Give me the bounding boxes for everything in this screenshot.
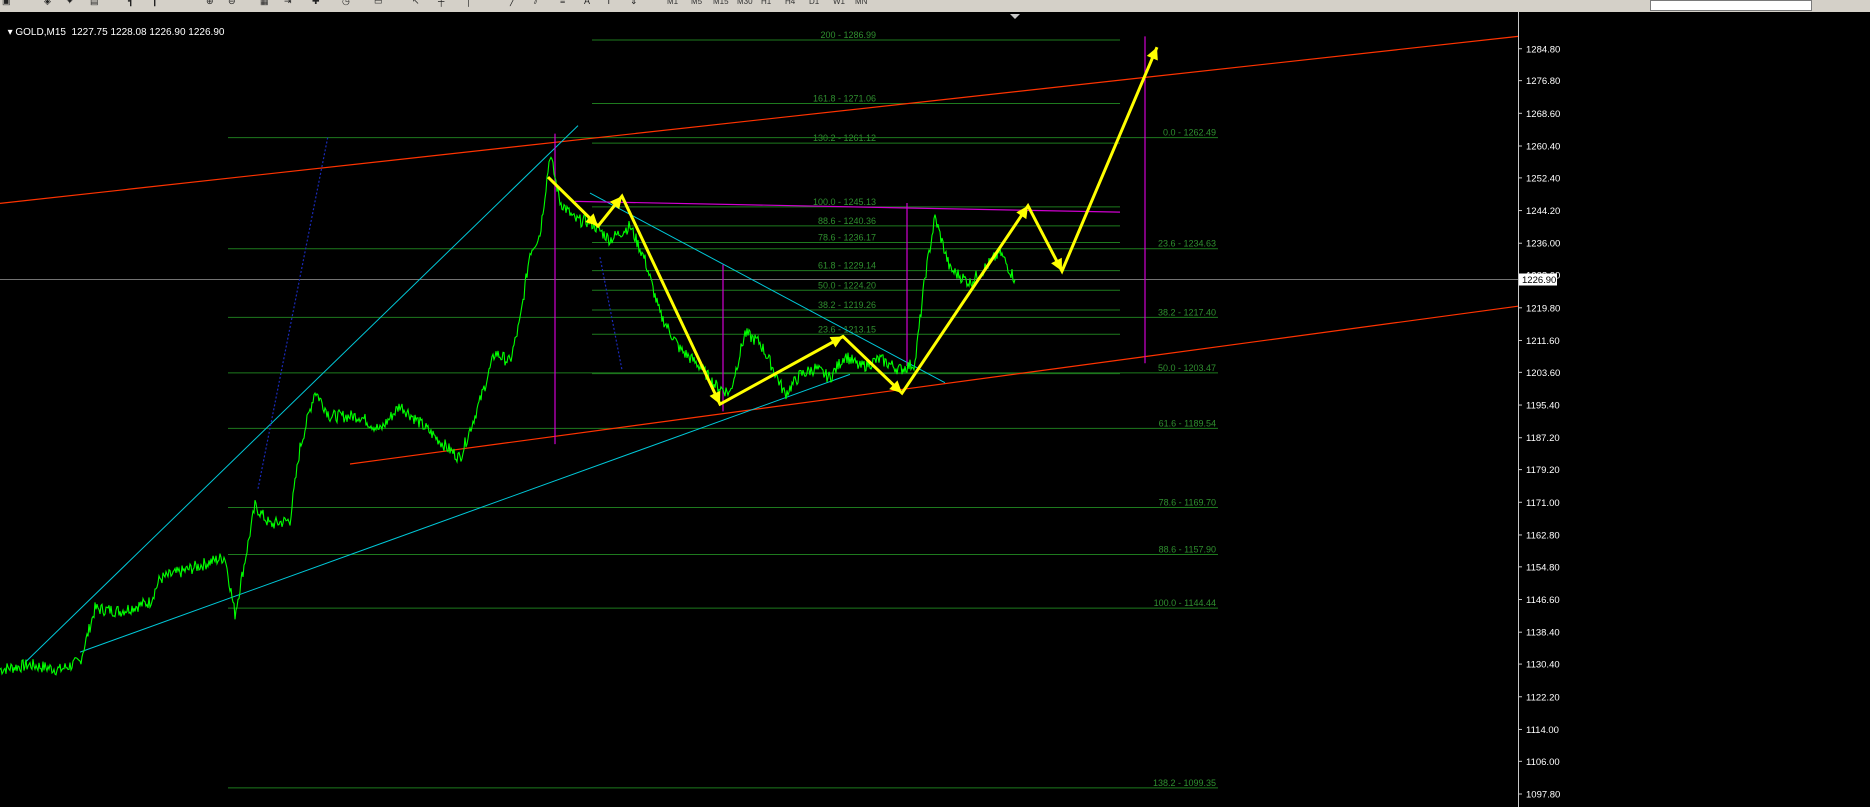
zoom-out-icon[interactable]: ⊖ — [228, 0, 236, 10]
y-tick-label: 1203.60 — [1526, 368, 1560, 379]
y-tick-label: 1130.40 — [1526, 660, 1560, 671]
fib-label-lower: 50.0 - 1203.47 — [1158, 363, 1216, 373]
y-tick-label: 1236.00 — [1526, 239, 1560, 250]
fib-label-lower: 138.2 - 1099.35 — [1153, 778, 1216, 788]
profiles-icon[interactable]: ◈ — [44, 0, 51, 10]
fib-label-upper: 100.0 - 1245.13 — [813, 197, 876, 207]
y-tick-label: 1244.20 — [1526, 206, 1560, 217]
symbol-header: ▾ GOLD,M15 1227.75 1228.08 1226.90 1226.… — [2, 16, 225, 38]
bar-chart-icon[interactable]: ┫ — [128, 0, 133, 10]
y-tick-label: 1106.00 — [1526, 757, 1560, 768]
y-tick-label: 1276.80 — [1526, 76, 1560, 87]
price-chart[interactable]: 200 - 1286.99161.8 - 1271.06130.2 - 1261… — [0, 12, 1870, 807]
channel-icon[interactable]: ⫽ — [534, 0, 538, 10]
fib-label-upper: 161.8 - 1271.06 — [813, 94, 876, 104]
cursor-icon[interactable]: ↖ — [412, 0, 420, 10]
fib-label-lower: 100.0 - 1144.44 — [1154, 598, 1216, 608]
add-indicator-icon[interactable]: ✚ — [312, 0, 320, 10]
template-icon[interactable]: ▭ — [374, 0, 383, 10]
symbol-label: GOLD,M15 — [15, 27, 66, 38]
y-tick-label: 1154.80 — [1526, 562, 1560, 573]
ohlc-values: 1227.75 1228.08 1226.90 1226.90 — [71, 27, 225, 38]
y-tick-label: 1162.80 — [1526, 530, 1560, 541]
tf-m30[interactable]: M30 — [734, 0, 756, 9]
tf-m15[interactable]: M15 — [710, 0, 732, 9]
fib-label-upper: 200 - 1286.99 — [820, 30, 876, 40]
fib-label-upper: 61.8 - 1229.14 — [818, 261, 876, 271]
trendline-icon[interactable]: ╱ — [510, 0, 515, 10]
tf-mn[interactable]: MN — [852, 0, 870, 9]
tf-m1[interactable]: M1 — [664, 0, 681, 9]
y-tick-label: 1179.20 — [1526, 465, 1560, 476]
tf-h1[interactable]: H1 — [758, 0, 774, 9]
fib-label-upper: 23.6 - 1213.15 — [818, 324, 876, 334]
current-price-label: 1226.90 — [1522, 275, 1556, 286]
y-tick-label: 1284.80 — [1526, 44, 1560, 55]
fib-label-lower: 0.0 - 1262.49 — [1163, 128, 1216, 138]
y-tick-label: 1252.40 — [1526, 173, 1560, 184]
tf-w1[interactable]: W1 — [830, 0, 848, 9]
fib-label-upper: 50.0 - 1224.20 — [818, 280, 876, 290]
fib-label-lower: 78.6 - 1169.70 — [1159, 497, 1216, 507]
new-chart-icon[interactable]: ▣ — [2, 0, 11, 10]
y-tick-label: 1171.00 — [1526, 498, 1560, 509]
y-tick-label: 1146.60 — [1526, 595, 1560, 606]
fib-label-lower: 38.2 - 1217.40 — [1158, 307, 1216, 317]
y-tick-label: 1138.40 — [1526, 628, 1560, 639]
tile-icon[interactable]: ▤ — [90, 0, 99, 10]
fib-label-lower: 88.6 - 1157.90 — [1159, 544, 1216, 554]
fib-icon[interactable]: ≡ — [560, 0, 565, 10]
search-input[interactable] — [1650, 0, 1812, 11]
fib-label-upper: 88.6 - 1240.36 — [818, 216, 876, 226]
arrow-icon[interactable]: ⇕ — [630, 0, 638, 10]
candle-icon[interactable]: ┃ — [152, 0, 157, 10]
y-tick-label: 1268.60 — [1526, 109, 1560, 120]
text-icon[interactable]: A — [584, 0, 590, 10]
autoscroll-icon[interactable]: ⇥ — [284, 0, 292, 10]
zoom-in-icon[interactable]: ⊕ — [206, 0, 214, 10]
chart-background — [0, 12, 1870, 807]
y-tick-label: 1211.60 — [1526, 336, 1560, 347]
y-tick-label: 1114.00 — [1526, 725, 1559, 736]
vertical-line-icon[interactable]: │ — [466, 0, 472, 10]
fib-label-lower: 23.6 - 1234.63 — [1158, 239, 1216, 249]
clock-icon[interactable]: ◷ — [342, 0, 350, 10]
y-tick-label: 1219.80 — [1526, 303, 1560, 314]
grid-icon[interactable]: ▦ — [260, 0, 269, 10]
star-icon[interactable]: ✦ — [66, 0, 74, 10]
fib-label-lower: 61.6 - 1189.54 — [1159, 418, 1216, 428]
label-icon[interactable]: T — [606, 0, 612, 10]
y-tick-label: 1187.20 — [1526, 433, 1560, 444]
tf-h4[interactable]: H4 — [782, 0, 798, 9]
fib-label-upper: 78.6 - 1236.17 — [818, 233, 876, 243]
tf-d1[interactable]: D1 — [806, 0, 822, 9]
y-tick-label: 1260.40 — [1526, 141, 1560, 152]
crosshair-icon[interactable]: ┼ — [438, 0, 444, 10]
fib-label-upper: 38.2 - 1219.26 — [818, 300, 876, 310]
y-tick-label: 1195.40 — [1526, 401, 1560, 412]
tf-m5[interactable]: M5 — [688, 0, 705, 9]
y-tick-label: 1122.20 — [1526, 692, 1560, 703]
y-tick-label: 1097.80 — [1526, 790, 1560, 801]
